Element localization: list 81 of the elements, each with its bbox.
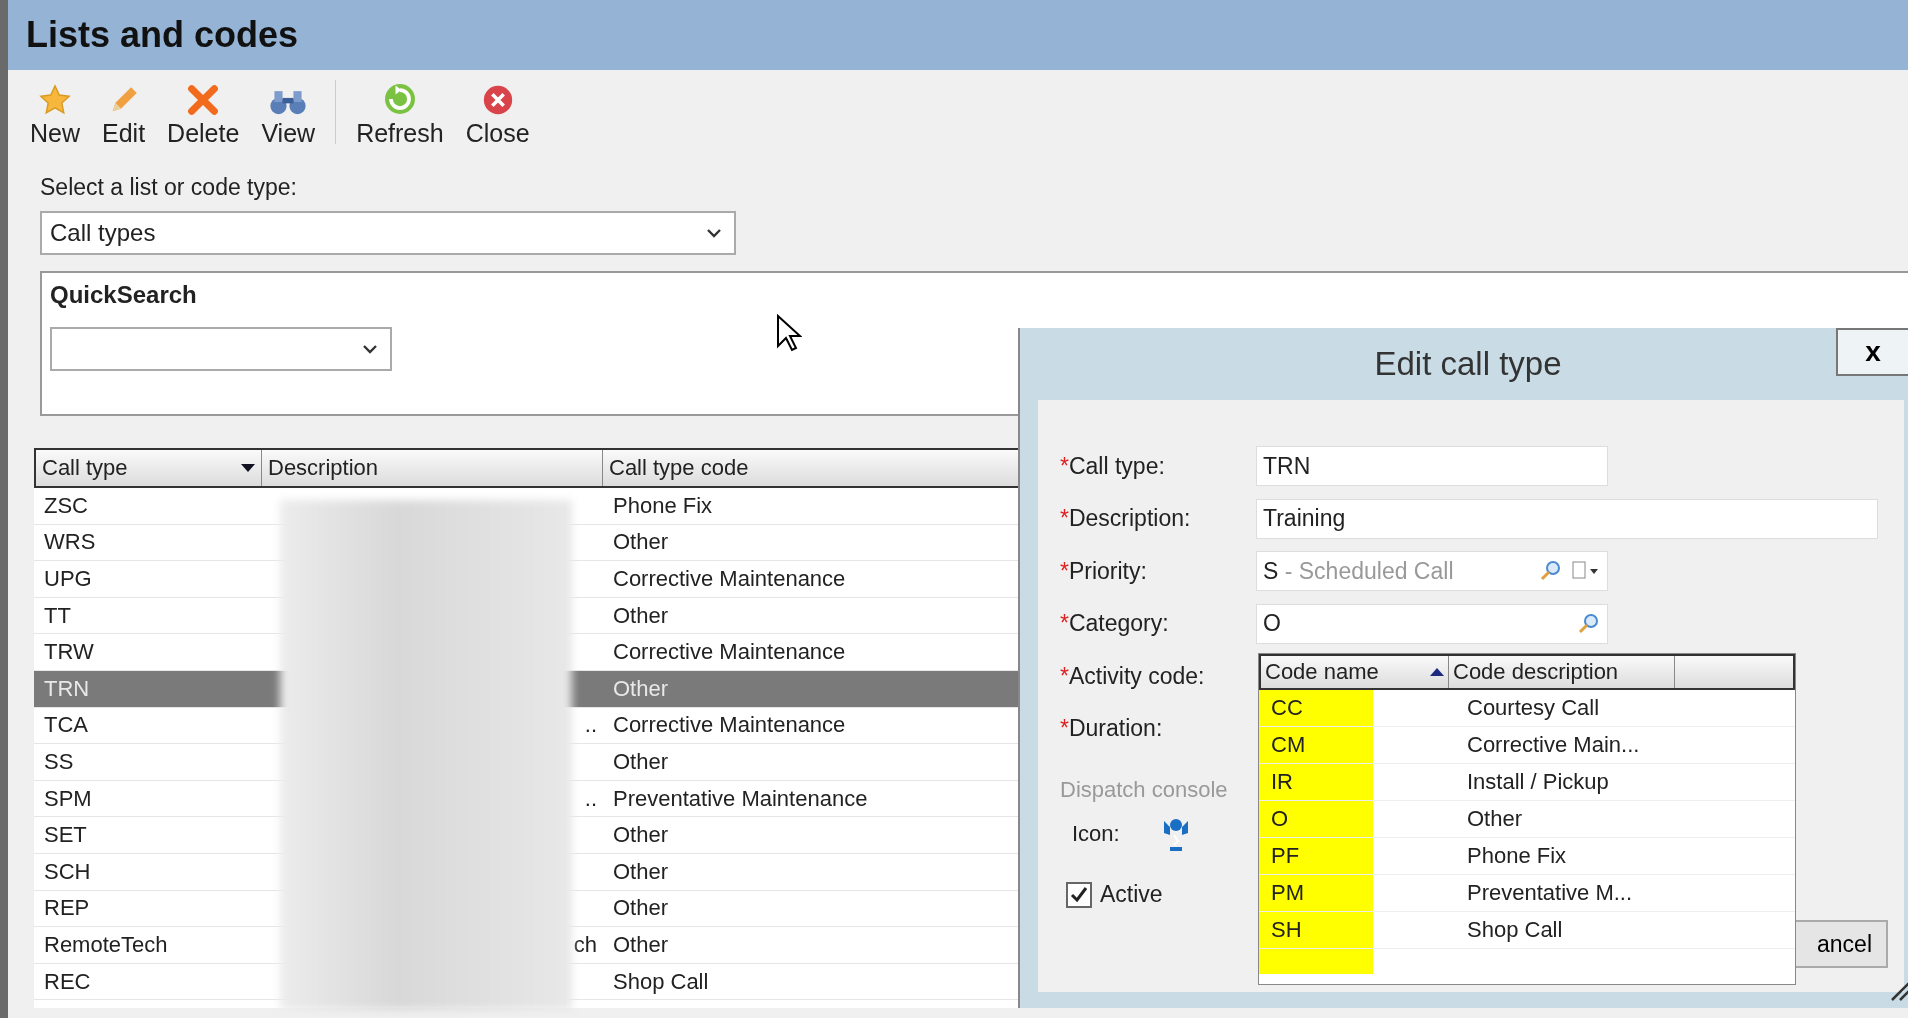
table-cell-text: WRS [43,529,97,556]
list-type-dropdown[interactable]: Call types [40,211,736,255]
field-label: *Priority: [1060,557,1148,585]
toolbar-button[interactable]: Edit [94,79,154,152]
field-label: *Duration: [1060,715,1164,743]
table-cell: .. [584,712,597,739]
table-cell-text: UPG [43,566,93,592]
toolbar-button[interactable]: Delete [159,79,248,152]
table-cell-text: Corrective Maintenance [612,639,847,666]
table-cell-text: PF [1270,843,1301,869]
table-cell: .. [584,785,597,812]
search-icon [1577,611,1601,636]
cross-icon [186,83,221,117]
chevron-down-icon [362,344,378,354]
table-cell-text: Shop Call [1466,917,1564,943]
field-label: *Call type: [1060,452,1166,480]
table-cell-text: Other [612,748,670,775]
section-label: Dispatch console [1060,777,1228,803]
lookup-field[interactable]: O [1256,603,1608,644]
table-cell-text: SET [43,822,88,849]
star-icon [38,83,72,117]
table-cell-text: Install / Pickup [1466,769,1610,795]
column-header[interactable]: Description [262,450,603,486]
table-cell-text: TRW [43,639,95,666]
column-header[interactable]: Code description [1449,656,1675,688]
table-cell-text: REP [43,895,91,922]
table-cell-text: SPM [43,785,93,812]
window-title: Lists and codes [26,14,299,56]
checkbox[interactable] [1066,881,1092,908]
table-cell-text: Other [612,931,670,958]
table-cell-text: Other [1466,806,1524,832]
quick-search-title: QuickSearch [50,281,198,309]
table-cell-text: Corrective Main... [1466,732,1641,758]
table-cell-text: ZSC [43,492,89,519]
list-type-label: Select a list or code type: [40,174,298,201]
toolbar-button[interactable]: View [253,83,324,152]
table-cell-text: Other [612,895,670,922]
table-cell-text: CC [1270,695,1304,721]
column-header[interactable]: Call type [36,450,262,486]
field-label: *Activity code: [1060,662,1206,690]
table-cell-text: REC [43,968,92,995]
table-cell-text: IR [1270,769,1294,795]
toolbar-button[interactable]: New [22,79,88,152]
table-cell-text: TCA [43,712,89,739]
field-label: *Description: [1060,505,1192,533]
checkbox-label: Active [1100,881,1163,908]
table-cell-text: Preventative M... [1466,880,1634,906]
table-cell-text: Other [612,675,670,702]
lookup-field[interactable]: S - Scheduled Call [1256,551,1608,592]
table-cell-text: PM [1270,880,1305,906]
table-cell-text: Other [612,822,670,849]
table-cell-text: Phone Fix [1466,843,1568,869]
table-cell-text: SH [1270,917,1303,943]
table-cell-text: Courtesy Call [1466,695,1601,721]
field-label: *Category: [1060,610,1170,638]
table-cell-text: Other [612,858,670,885]
table-cell-text: TT [43,602,72,629]
dialog-title: Edit call type [1374,345,1562,383]
table-cell-text: Other [612,602,670,629]
table-cell-text: Shop Call [612,968,710,995]
table-cell-text: Other [612,529,670,556]
table-cell-text: Phone Fix [612,492,714,519]
input-field[interactable]: Training [1256,498,1878,539]
table-cell: ch [573,931,597,958]
table-cell-text: TRN [43,675,91,702]
input-field[interactable]: TRN [1256,446,1608,487]
table-cell-text: SCH [43,858,92,885]
table-cell-text: CM [1270,732,1307,758]
cursor-icon [776,314,802,352]
chevron-down-icon [706,228,722,238]
table-cell-text: RemoteTech [43,931,169,958]
table-cell-text: Corrective Maintenance [612,712,847,739]
toolbar-button[interactable]: Close [457,79,538,152]
table-cell-text: O [1270,806,1290,832]
table-cell-text: Corrective Maintenance [612,566,847,592]
dialog-close-button[interactable]: x [1836,328,1908,376]
table-cell-text: SS [43,748,75,775]
field-label: Icon: [1072,821,1120,847]
toolbar-button[interactable]: Refresh [348,77,452,152]
column-header[interactable]: Code name [1261,656,1449,688]
table-cell-text: Preventative Maintenance [612,785,869,812]
